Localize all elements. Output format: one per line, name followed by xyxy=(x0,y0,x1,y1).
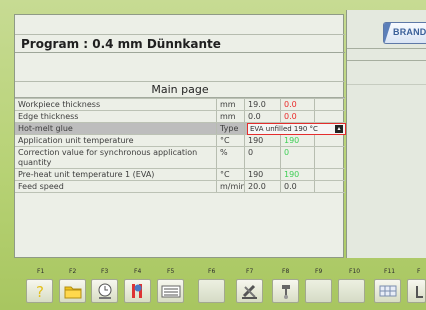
timer-button[interactable] xyxy=(91,279,118,303)
parameter-extra-cell xyxy=(315,181,345,192)
table-row: Feed speed m/min 20.0 0.0 xyxy=(15,181,345,193)
help-icon: ? xyxy=(36,283,44,301)
brandt-logo-text: BRANDT xyxy=(393,27,426,37)
function-key-label: F8 xyxy=(282,268,290,275)
right-panel-divider xyxy=(347,48,426,49)
parameter-current-value: 0.0 xyxy=(281,99,315,110)
machine-ui-screen: Program : 0.4 mm Dünnkante Main page Wor… xyxy=(0,0,426,310)
parameter-value[interactable]: 0.0 xyxy=(245,111,281,122)
parameter-value[interactable]: 19.0 xyxy=(245,99,281,110)
parameter-value[interactable]: 0 xyxy=(245,147,281,168)
parameter-unit: mm xyxy=(217,111,245,122)
keyboard-button[interactable] xyxy=(157,279,184,303)
folder-icon xyxy=(64,286,82,299)
parameter-label: Hot-melt glue xyxy=(15,123,217,134)
table-row: Workpiece thickness mm 19.0 0.0 xyxy=(15,99,345,111)
empty-function-button[interactable] xyxy=(338,279,365,303)
parameter-unit: °C xyxy=(217,169,245,180)
parameter-value[interactable]: 190 xyxy=(245,169,281,180)
parameter-current-value: 190 xyxy=(281,169,315,180)
page-title: Main page xyxy=(151,83,209,96)
open-folder-button[interactable] xyxy=(59,279,86,303)
parameter-value[interactable]: 20.0 xyxy=(245,181,281,192)
brandt-logo: BRANDT xyxy=(383,22,426,44)
parameter-unit: m/min xyxy=(217,181,245,192)
function-key-label: F xyxy=(417,268,421,275)
temperature-button[interactable] xyxy=(124,279,151,303)
wrench-icon xyxy=(282,285,290,299)
main-panel: Program : 0.4 mm Dünnkante Main page Wor… xyxy=(14,14,346,258)
parameter-value[interactable]: 190 xyxy=(245,135,281,146)
grid-icon xyxy=(379,285,397,297)
right-panel-divider xyxy=(347,60,426,61)
empty-function-button[interactable] xyxy=(198,279,225,303)
header-spacer xyxy=(15,53,345,82)
parameter-extra-cell xyxy=(315,169,345,180)
table-row: Pre-heat unit temperature 1 (EVA) °C 190… xyxy=(15,169,345,181)
parameter-extra-cell xyxy=(315,111,345,122)
right-panel: BRANDT xyxy=(346,10,426,258)
function-key-label: F3 xyxy=(101,268,109,275)
parameter-extra-cell xyxy=(315,135,345,146)
parameter-current-value: 0.0 xyxy=(281,181,315,192)
function-key-label: F10 xyxy=(349,268,361,275)
function-key-labels: F1 F2 F3 F4 F5 F6 F7 F8 F9 F10 F11 F xyxy=(0,268,426,278)
dropdown-arrow-icon[interactable]: ▴ xyxy=(335,125,343,133)
parameter-unit: Type xyxy=(217,123,245,134)
top-band xyxy=(15,15,345,35)
partial-tool-icon xyxy=(416,286,423,298)
program-row: Program : 0.4 mm Dünnkante xyxy=(15,35,345,53)
parameter-label: Correction value for synchronous applica… xyxy=(15,147,217,168)
clock-icon xyxy=(98,283,112,299)
function-key-label: F6 xyxy=(208,268,216,275)
function-key-label: F5 xyxy=(167,268,175,275)
function-key-label: F9 xyxy=(315,268,323,275)
function-key-label: F1 xyxy=(37,268,45,275)
table-row: Edge thickness mm 0.0 0.0 xyxy=(15,111,345,123)
parameter-table: Workpiece thickness mm 19.0 0.0 Edge thi… xyxy=(15,98,346,193)
wrench-button[interactable] xyxy=(272,279,299,303)
svg-text:?: ? xyxy=(36,283,44,301)
function-key-label: F4 xyxy=(134,268,142,275)
empty-function-button[interactable] xyxy=(305,279,332,303)
parameter-label: Edge thickness xyxy=(15,111,217,122)
parameter-label: Workpiece thickness xyxy=(15,99,217,110)
tools-button[interactable] xyxy=(236,279,263,303)
function-key-label: F11 xyxy=(384,268,396,275)
partial-tool-button[interactable] xyxy=(407,279,426,303)
parameter-current-value: 190 xyxy=(281,135,315,146)
parameter-label: Application unit temperature xyxy=(15,135,217,146)
parameter-label: Feed speed xyxy=(15,181,217,192)
parameter-extra-cell xyxy=(315,147,345,168)
program-title: Program : 0.4 mm Dünnkante xyxy=(21,37,221,51)
glue-selected-value: EVA unfilled 190 °C xyxy=(250,125,318,133)
function-toolbar: ? xyxy=(26,279,426,303)
parameter-unit: mm xyxy=(217,99,245,110)
parameter-label: Pre-heat unit temperature 1 (EVA) xyxy=(15,169,217,180)
keyboard-icon xyxy=(161,285,181,298)
table-row-selected[interactable]: Hot-melt glue Type EVA unfilled 190 °C ▴ xyxy=(15,123,346,135)
table-row: Correction value for synchronous applica… xyxy=(15,147,345,169)
function-key-label: F2 xyxy=(69,268,77,275)
parameter-current-value: 0.0 xyxy=(281,111,315,122)
function-key-label: F7 xyxy=(246,268,254,275)
hot-melt-glue-select[interactable]: EVA unfilled 190 °C ▴ xyxy=(247,123,346,135)
temperature-icon xyxy=(132,284,142,298)
main-page-header: Main page xyxy=(15,82,345,98)
parameter-unit: % xyxy=(217,147,245,168)
tools-icon xyxy=(242,284,257,299)
parameter-extra-cell xyxy=(315,99,345,110)
right-panel-divider xyxy=(347,84,426,85)
grid-button[interactable] xyxy=(374,279,401,303)
table-row: Application unit temperature °C 190 190 xyxy=(15,135,345,147)
parameter-current-value: 0 xyxy=(281,147,315,168)
help-button[interactable]: ? xyxy=(26,279,53,303)
parameter-unit: °C xyxy=(217,135,245,146)
